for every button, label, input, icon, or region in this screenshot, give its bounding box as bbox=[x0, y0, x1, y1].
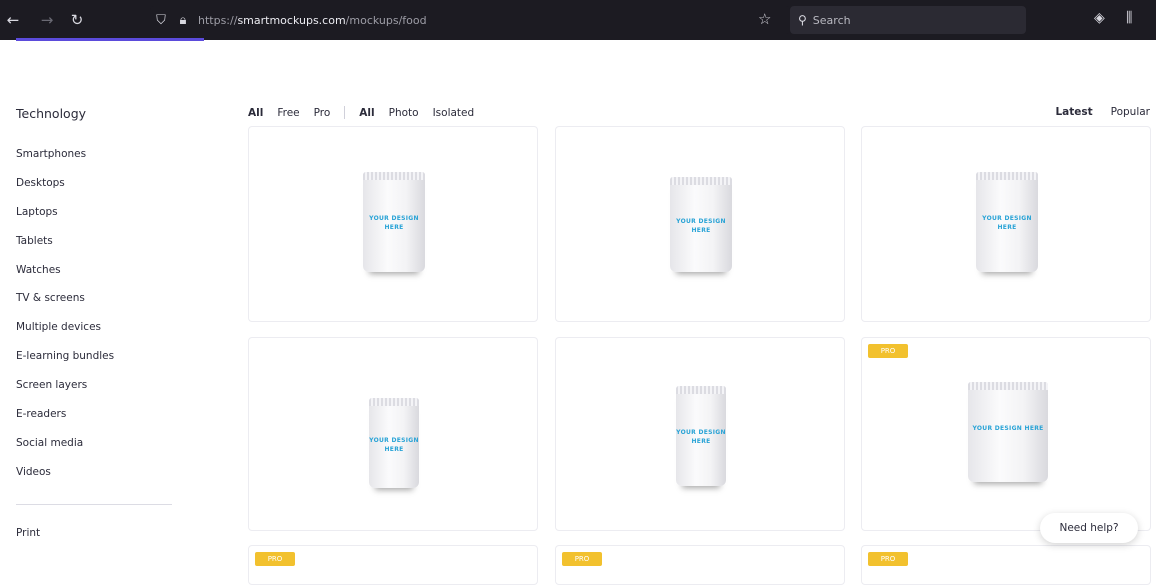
url-text[interactable]: https://smartmockups.com/mockups/food bbox=[198, 14, 427, 27]
pouch-mockup-image: YOUR DESIGN HERE bbox=[676, 386, 726, 486]
back-icon[interactable]: ← bbox=[2, 9, 24, 31]
filter-type-isolated[interactable]: Isolated bbox=[433, 107, 475, 119]
sidebar-item[interactable]: Laptops bbox=[16, 205, 186, 234]
sidebar-item[interactable]: Desktops bbox=[16, 176, 186, 205]
pouch-mockup-image: YOUR DESIGN HERE bbox=[363, 172, 425, 272]
search-icon: ⚲ bbox=[798, 13, 807, 27]
filter-type-all[interactable]: All bbox=[359, 107, 374, 119]
sidebar-item[interactable]: Videos bbox=[16, 465, 186, 494]
lock-icon[interactable]: 🔒︎ bbox=[172, 9, 194, 31]
mockup-card[interactable]: YOUR DESIGN HERE bbox=[555, 337, 845, 531]
sidebar-item[interactable]: Smartphones bbox=[16, 147, 186, 176]
sort-latest[interactable]: Latest bbox=[1055, 106, 1092, 118]
filter-separator bbox=[344, 106, 346, 119]
mockup-card[interactable]: YOUR DESIGN HERE bbox=[248, 337, 538, 531]
design-placeholder-text: YOUR DESIGN HERE bbox=[972, 425, 1044, 432]
sidebar-divider bbox=[16, 503, 172, 505]
reload-icon[interactable]: ↻ bbox=[66, 9, 88, 31]
pro-badge: PRO bbox=[562, 552, 602, 566]
design-placeholder-text: YOUR DESIGN HERE bbox=[676, 429, 726, 445]
sort-popular[interactable]: Popular bbox=[1111, 106, 1150, 118]
mockup-card[interactable]: YOUR DESIGN HERE bbox=[555, 126, 845, 322]
pouch-mockup-image: YOUR DESIGN HERE bbox=[976, 172, 1038, 272]
pro-badge: PRO bbox=[868, 552, 908, 566]
browser-search-input[interactable]: ⚲ Search bbox=[790, 6, 1026, 34]
sort-options: Latest Popular bbox=[1037, 106, 1150, 118]
filter-pricing-all[interactable]: All bbox=[248, 107, 263, 119]
mockup-card[interactable]: PRO bbox=[248, 545, 538, 585]
sidebar-item[interactable]: Multiple devices bbox=[16, 320, 186, 349]
filter-bar: All Free Pro All Photo Isolated bbox=[248, 106, 488, 119]
active-tab-indicator bbox=[16, 38, 204, 41]
mockup-card[interactable]: YOUR DESIGN HERE bbox=[861, 126, 1151, 322]
browser-toolbar: ← → ↻ ⛉ 🔒︎ https://smartmockups.com/mock… bbox=[0, 0, 1156, 41]
pro-badge: PRO bbox=[868, 344, 908, 358]
category-sidebar: Technology Smartphones Desktops Laptops Tab… bbox=[16, 106, 186, 539]
design-placeholder-text: YOUR DESIGN HERE bbox=[676, 217, 726, 234]
pouch-mockup-image: YOUR DESIGN HERE bbox=[369, 398, 419, 488]
mockup-card[interactable]: PRO bbox=[861, 545, 1151, 585]
sidebar-item[interactable]: E-readers bbox=[16, 407, 186, 436]
mockup-card[interactable]: YOUR DESIGN HERE bbox=[248, 126, 538, 322]
mockup-card[interactable]: PRO YOUR DESIGN HERE bbox=[861, 337, 1151, 531]
bookmark-star-icon[interactable]: ☆ bbox=[758, 10, 771, 28]
sidebar-item[interactable]: Watches bbox=[16, 263, 186, 292]
filter-type-photo[interactable]: Photo bbox=[389, 107, 419, 119]
need-help-button[interactable]: Need help? bbox=[1040, 513, 1138, 543]
shield-icon[interactable]: ⛉ bbox=[150, 9, 172, 31]
library-icon[interactable]: ⫼ bbox=[1126, 10, 1132, 26]
design-placeholder-text: YOUR DESIGN HERE bbox=[982, 215, 1032, 231]
design-placeholder-text: YOUR DESIGN HERE bbox=[369, 215, 419, 231]
sidebar-item[interactable]: TV & screens bbox=[16, 291, 186, 320]
pouch-mockup-image: YOUR DESIGN HERE bbox=[968, 382, 1048, 482]
sidebar-item-print[interactable]: Print bbox=[16, 527, 186, 539]
address-bar[interactable]: ⛉ 🔒︎ https://smartmockups.com/mockups/fo… bbox=[150, 6, 790, 34]
sidebar-item[interactable]: E-learning bundles bbox=[16, 349, 186, 378]
sidebar-list: Smartphones Desktops Laptops Tablets Watches… bbox=[16, 147, 186, 494]
design-placeholder-text: YOUR DESIGN HERE bbox=[369, 436, 419, 453]
sidebar-item[interactable]: Social media bbox=[16, 436, 186, 465]
pocket-icon[interactable]: ◈ bbox=[1094, 10, 1105, 26]
sidebar-heading[interactable]: Technology bbox=[16, 106, 186, 121]
forward-icon[interactable]: → bbox=[36, 9, 58, 31]
sidebar-item[interactable]: Tablets bbox=[16, 234, 186, 263]
sidebar-item[interactable]: Screen layers bbox=[16, 378, 186, 407]
filter-pricing-free[interactable]: Free bbox=[277, 107, 299, 119]
mockup-card[interactable]: PRO bbox=[555, 545, 845, 585]
pro-badge: PRO bbox=[255, 552, 295, 566]
search-placeholder: Search bbox=[812, 13, 851, 27]
pouch-mockup-image: YOUR DESIGN HERE bbox=[670, 177, 732, 272]
filter-pricing-pro[interactable]: Pro bbox=[314, 107, 331, 119]
